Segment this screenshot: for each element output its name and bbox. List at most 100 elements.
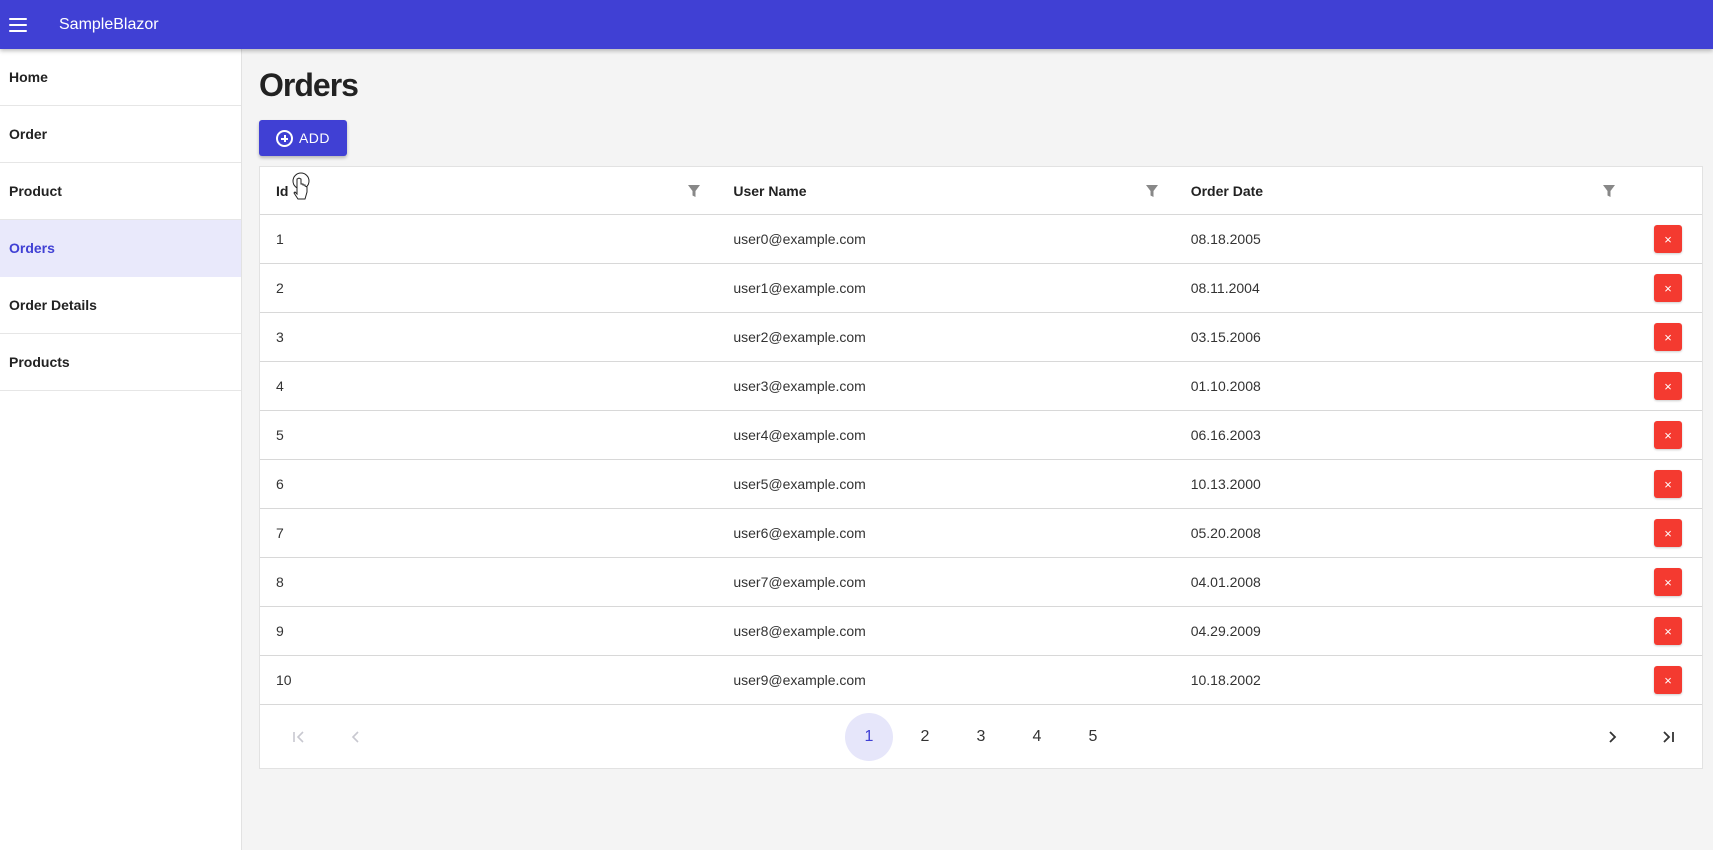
cell-id: 2 <box>276 280 284 296</box>
sidebar-item-home[interactable]: Home <box>0 49 241 106</box>
first-page-icon <box>293 731 304 743</box>
cell-id: 9 <box>276 623 284 639</box>
cell-id: 10 <box>276 672 292 688</box>
delete-button[interactable]: × <box>1654 617 1682 645</box>
delete-button[interactable]: × <box>1654 666 1682 694</box>
row-actions: × <box>1632 411 1702 459</box>
cell-order-date: 08.11.2004 <box>1190 280 1260 296</box>
column-header-label: User Name <box>733 182 807 199</box>
pager: 1 2 3 4 5 <box>260 705 1702 768</box>
row-actions: × <box>1632 362 1702 410</box>
row-actions: × <box>1632 509 1702 557</box>
table-row[interactable]: 9 user8@example.com 04.29.2009 × <box>260 607 1702 656</box>
sidebar-item-order[interactable]: Order <box>0 106 241 163</box>
table-row[interactable]: 10 user9@example.com 10.18.2002 × <box>260 656 1702 705</box>
cell-user-name: user4@example.com <box>733 427 866 443</box>
cell-order-date: 01.10.2008 <box>1190 378 1261 394</box>
cell-user-name: user2@example.com <box>733 329 866 345</box>
cell-order-date: 10.13.2000 <box>1190 476 1261 492</box>
column-header-label: Order Date <box>1190 182 1264 199</box>
cell-user-name: user5@example.com <box>733 476 866 492</box>
sidebar-item-order-details[interactable]: Order Details <box>0 277 241 334</box>
row-actions: × <box>1632 558 1702 606</box>
table-row[interactable]: 6 user5@example.com 10.13.2000 × <box>260 460 1702 509</box>
cell-id: 8 <box>276 574 284 590</box>
add-button-label: ADD <box>298 130 331 146</box>
row-actions: × <box>1632 460 1702 508</box>
page-button-5[interactable]: 5 <box>1069 713 1117 761</box>
table-row[interactable]: 3 user2@example.com 03.15.2006 × <box>260 313 1702 362</box>
page-button-3[interactable]: 3 <box>957 713 1005 761</box>
column-header-actions <box>1632 167 1702 214</box>
table-row[interactable]: 4 user3@example.com 01.10.2008 × <box>260 362 1702 411</box>
cell-user-name: user3@example.com <box>733 378 866 394</box>
grid-header: Id User Name Order Date <box>260 167 1702 215</box>
next-page-button[interactable] <box>1588 713 1636 761</box>
cell-order-date: 04.01.2008 <box>1190 574 1261 590</box>
chevron-right-icon <box>1609 731 1617 743</box>
cell-id: 4 <box>276 378 284 394</box>
prev-page-button[interactable] <box>332 713 380 761</box>
row-actions: × <box>1632 215 1702 263</box>
table-row[interactable]: 1 user0@example.com 08.18.2005 × <box>260 215 1702 264</box>
last-page-button[interactable] <box>1644 713 1692 761</box>
table-row[interactable]: 2 user1@example.com 08.11.2004 × <box>260 264 1702 313</box>
delete-button[interactable]: × <box>1654 519 1682 547</box>
filter-icon[interactable] <box>687 184 701 198</box>
sidebar-item-product[interactable]: Product <box>0 163 241 220</box>
sidebar: Home Order Product Orders Order Details … <box>0 49 242 850</box>
delete-button[interactable]: × <box>1654 323 1682 351</box>
cell-id: 3 <box>276 329 284 345</box>
cell-order-date: 05.20.2008 <box>1190 525 1261 541</box>
top-app-bar: SampleBlazor <box>0 0 1713 49</box>
column-header-label: Id <box>276 182 289 199</box>
filter-icon[interactable] <box>1145 184 1159 198</box>
cell-order-date: 08.18.2005 <box>1190 231 1261 247</box>
page-title: Orders <box>259 67 359 103</box>
filter-icon[interactable] <box>1602 184 1616 198</box>
row-actions: × <box>1632 607 1702 655</box>
delete-button[interactable]: × <box>1654 421 1682 449</box>
cell-user-name: user1@example.com <box>733 280 866 296</box>
row-actions: × <box>1632 264 1702 312</box>
add-circle-icon <box>275 129 293 147</box>
page-button-2[interactable]: 2 <box>901 713 949 761</box>
cell-id: 5 <box>276 427 284 443</box>
column-header-user-name[interactable]: User Name <box>717 167 1174 214</box>
sidebar-item-orders[interactable]: Orders <box>0 220 241 277</box>
orders-grid: Id User Name Order Date 1 user0@example.… <box>259 166 1703 769</box>
cell-user-name: user7@example.com <box>733 574 866 590</box>
row-actions: × <box>1632 656 1702 704</box>
cell-order-date: 04.29.2009 <box>1190 623 1261 639</box>
cell-id: 1 <box>276 231 284 247</box>
column-header-order-date[interactable]: Order Date <box>1175 167 1632 214</box>
last-page-icon <box>1663 731 1674 743</box>
cell-id: 7 <box>276 525 284 541</box>
cell-order-date: 03.15.2006 <box>1190 329 1261 345</box>
cell-id: 6 <box>276 476 284 492</box>
cell-user-name: user0@example.com <box>733 231 866 247</box>
cell-user-name: user9@example.com <box>733 672 866 688</box>
column-header-id[interactable]: Id <box>260 167 717 214</box>
delete-button[interactable]: × <box>1654 225 1682 253</box>
add-button[interactable]: ADD <box>259 120 347 156</box>
app-title: SampleBlazor <box>59 15 159 33</box>
sidebar-item-products[interactable]: Products <box>0 334 241 391</box>
table-row[interactable]: 7 user6@example.com 05.20.2008 × <box>260 509 1702 558</box>
menu-icon[interactable] <box>9 17 27 32</box>
chevron-left-icon <box>351 731 359 743</box>
main-content: Orders ADD Id User Name Order Date 1 use… <box>242 49 1713 850</box>
table-row[interactable]: 5 user4@example.com 06.16.2003 × <box>260 411 1702 460</box>
first-page-button[interactable] <box>276 713 324 761</box>
cell-order-date: 10.18.2002 <box>1190 672 1261 688</box>
cell-order-date: 06.16.2003 <box>1190 427 1261 443</box>
page-button-1[interactable]: 1 <box>845 713 893 761</box>
delete-button[interactable]: × <box>1654 372 1682 400</box>
table-row[interactable]: 8 user7@example.com 04.01.2008 × <box>260 558 1702 607</box>
page-button-4[interactable]: 4 <box>1013 713 1061 761</box>
delete-button[interactable]: × <box>1654 568 1682 596</box>
delete-button[interactable]: × <box>1654 470 1682 498</box>
cell-user-name: user6@example.com <box>733 525 866 541</box>
row-actions: × <box>1632 313 1702 361</box>
delete-button[interactable]: × <box>1654 274 1682 302</box>
